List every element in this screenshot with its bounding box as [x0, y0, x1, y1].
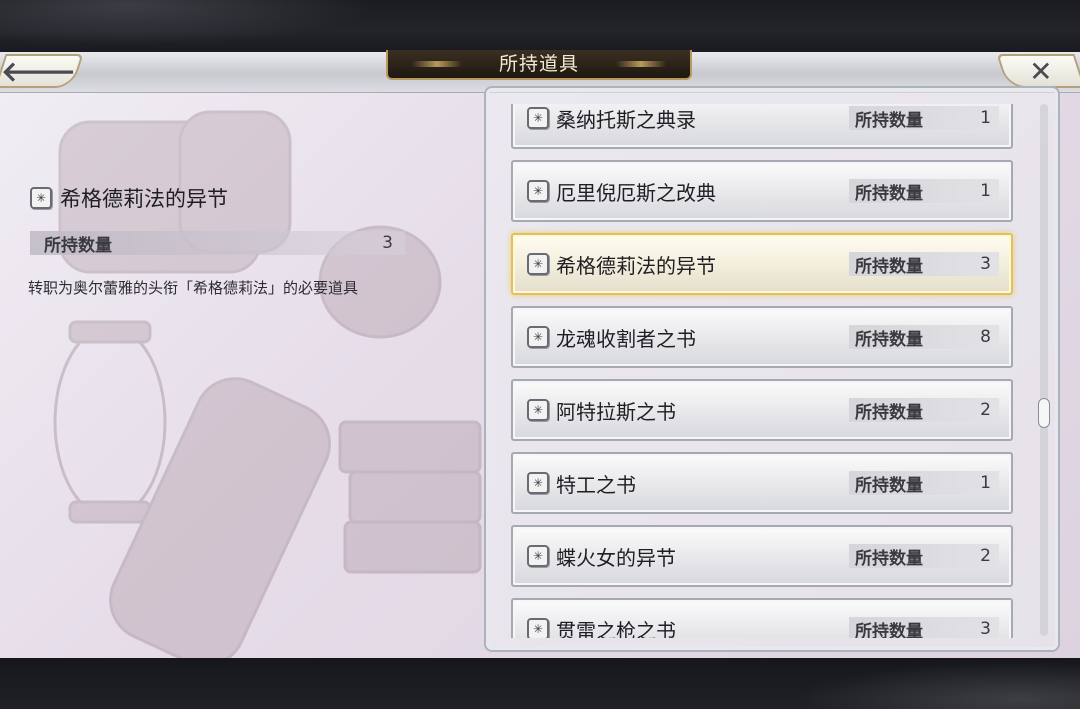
item-name: 贯雷之枪之书 [556, 618, 676, 639]
quantity-value: 3 [980, 619, 991, 638]
quantity-label: 所持数量 [855, 402, 923, 423]
item-list[interactable]: ✳ 桑纳托斯之典录 所持数量 1 ✳ 厄里倪厄斯之改典 所持数量 1 ✳ 希格德… [492, 104, 1036, 638]
quantity-value: 3 [980, 254, 991, 274]
quantity-label: 所持数量 [855, 183, 923, 204]
list-item-selected[interactable]: ✳ 希格德莉法的异节 所持数量 3 [511, 233, 1013, 295]
book-icon: ✳ [527, 618, 549, 638]
detail-item-title: ✳ 希格德莉法的异节 [30, 183, 228, 213]
item-quantity: 所持数量 2 [849, 398, 999, 423]
detail-item-name: 希格德莉法的异节 [60, 187, 228, 211]
book-icon: ✳ [527, 399, 549, 421]
book-icon: ✳ [30, 187, 52, 209]
book-icon: ✳ [527, 545, 549, 567]
list-item[interactable]: ✳ 厄里倪厄斯之改典 所持数量 1 [511, 160, 1013, 222]
book-icon: ✳ [527, 253, 549, 275]
quantity-label: 所持数量 [855, 329, 923, 350]
page-title: 所持道具 [386, 50, 692, 80]
quantity-value: 1 [980, 108, 991, 128]
list-item[interactable]: ✳ 贯雷之枪之书 所持数量 3 [511, 598, 1013, 638]
detail-description: 转职为奥尔蕾雅的头衔「希格德莉法」的必要道具 [28, 279, 359, 297]
list-item[interactable]: ✳ 阿特拉斯之书 所持数量 2 [511, 379, 1013, 441]
item-quantity: 所持数量 3 [849, 617, 999, 638]
book-icon: ✳ [527, 326, 549, 348]
item-quantity: 所持数量 1 [849, 471, 999, 496]
bottom-bar [0, 658, 1080, 709]
quantity-label: 所持数量 [855, 548, 923, 569]
quantity-value: 8 [980, 327, 991, 347]
book-icon: ✳ [527, 107, 549, 129]
quantity-value: 2 [980, 400, 991, 420]
item-name: 阿特拉斯之书 [556, 399, 676, 424]
detail-count-bar: 所持数量 3 [30, 231, 405, 256]
detail-count-value: 3 [382, 233, 393, 253]
list-item[interactable]: ✳ 桑纳托斯之典录 所持数量 1 [511, 104, 1013, 149]
item-name: 希格德莉法的异节 [556, 253, 716, 278]
item-quantity: 所持数量 8 [849, 325, 999, 350]
top-bar [0, 0, 1080, 52]
list-item[interactable]: ✳ 特工之书 所持数量 1 [511, 452, 1013, 514]
item-quantity: 所持数量 1 [849, 106, 999, 131]
item-quantity: 所持数量 2 [849, 544, 999, 569]
background-illustration [53, 110, 482, 658]
item-quantity: 所持数量 1 [849, 179, 999, 204]
item-name: 蝶火女的异节 [556, 545, 676, 570]
item-name: 特工之书 [556, 472, 636, 497]
arrow-left-icon: 🡐 [1, 55, 77, 88]
detail-count-label: 所持数量 [44, 235, 112, 256]
item-name: 龙魂收割者之书 [556, 326, 696, 351]
item-quantity: 所持数量 3 [849, 252, 999, 277]
list-item[interactable]: ✳ 蝶火女的异节 所持数量 2 [511, 525, 1013, 587]
book-icon: ✳ [527, 180, 549, 202]
quantity-value: 1 [980, 473, 991, 493]
quantity-label: 所持数量 [855, 110, 923, 131]
scrollbar-track[interactable] [1040, 104, 1048, 636]
scrollbar-thumb[interactable] [1038, 398, 1050, 428]
quantity-label: 所持数量 [855, 475, 923, 496]
quantity-label: 所持数量 [855, 256, 923, 277]
item-name: 桑纳托斯之典录 [556, 107, 696, 132]
item-name: 厄里倪厄斯之改典 [556, 180, 716, 205]
book-icon: ✳ [527, 472, 549, 494]
list-item[interactable]: ✳ 龙魂收割者之书 所持数量 8 [511, 306, 1013, 368]
quantity-value: 2 [980, 546, 991, 566]
back-button[interactable]: 🡐 [0, 54, 84, 88]
quantity-value: 1 [980, 181, 991, 201]
quantity-label: 所持数量 [855, 621, 923, 639]
close-icon: ✕ [1029, 54, 1053, 88]
